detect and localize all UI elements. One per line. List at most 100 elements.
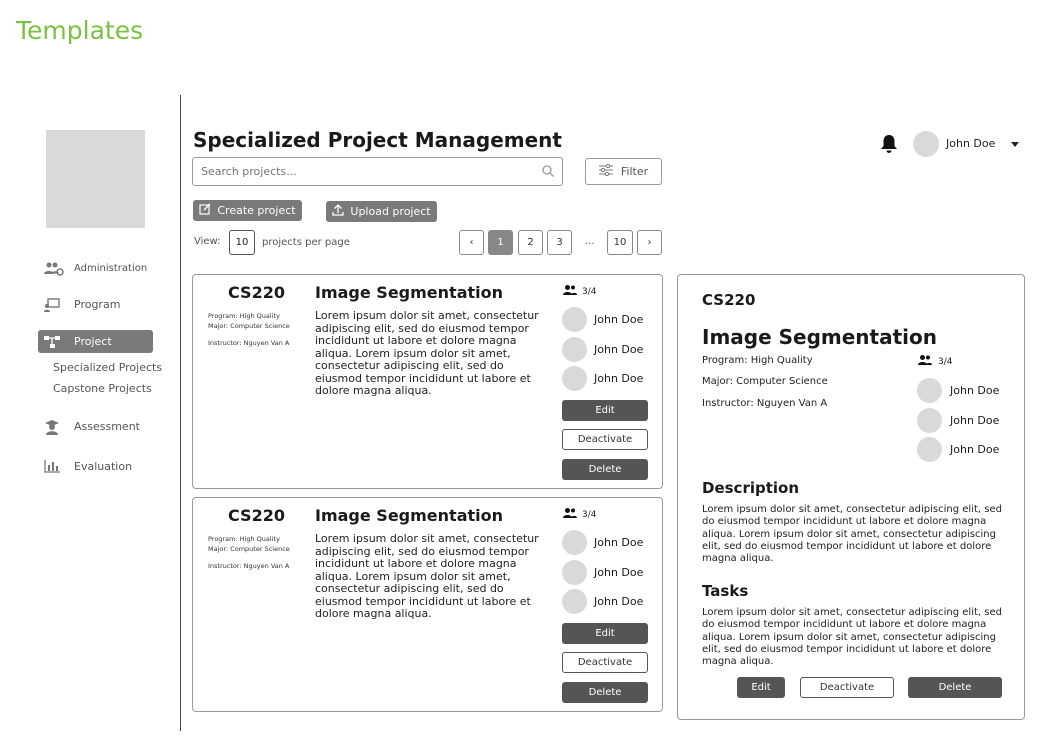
card-program: Program: High Quality (208, 312, 280, 320)
avatar (562, 337, 587, 362)
sidebar-item-administration[interactable]: Administration (38, 257, 153, 280)
sidebar-item-program[interactable]: Program (38, 293, 153, 316)
sidebar-item-evaluation[interactable]: Evaluation (38, 455, 153, 478)
logo-placeholder (46, 130, 145, 228)
member-name: John Doe (950, 443, 1000, 456)
bar-chart-icon (44, 460, 66, 473)
edit-button[interactable]: Edit (737, 677, 785, 698)
upload-icon (332, 204, 345, 219)
group-icon (563, 285, 577, 298)
network-icon (44, 335, 66, 348)
avatar (562, 589, 587, 614)
avatar[interactable] (913, 131, 939, 157)
page-button-last[interactable]: 10 (607, 230, 633, 255)
delete-button[interactable]: Delete (908, 677, 1002, 698)
sidebar-item-label: Administration (74, 263, 148, 274)
member-name: John Doe (594, 343, 644, 356)
avatar (917, 437, 942, 462)
next-page-button[interactable]: › (637, 230, 662, 255)
templates-label: Templates (16, 16, 144, 45)
list-item: John Doe (562, 337, 643, 362)
deactivate-button[interactable]: Deactivate (562, 429, 648, 450)
group-icon (563, 508, 577, 521)
sidebar-subitem-specialized-projects[interactable]: Specialized Projects (53, 361, 162, 374)
page-button-1[interactable]: 1 (488, 230, 513, 255)
project-card[interactable]: CS220 Program: High Quality Major: Compu… (192, 497, 663, 712)
page-title: Specialized Project Management (193, 128, 562, 152)
member-name: John Doe (950, 384, 1000, 397)
bell-icon[interactable] (879, 134, 899, 158)
create-project-button[interactable]: Create project (193, 200, 302, 221)
project-card[interactable]: CS220 Program: High Quality Major: Compu… (192, 274, 663, 489)
detail-program: Program: High Quality (702, 355, 813, 366)
avatar (917, 408, 942, 433)
sidebar-item-project[interactable]: Project (38, 330, 153, 353)
search-icon[interactable] (542, 162, 554, 181)
avatar (562, 560, 587, 585)
card-title: Image Segmentation (315, 283, 503, 302)
page-button-3[interactable]: 3 (547, 230, 572, 255)
list-item: John Doe (917, 378, 999, 403)
sidebar-item-assessment[interactable]: Assessment (38, 415, 153, 438)
sidebar-item-label: Assessment (74, 420, 140, 433)
pagination-ellipsis: ... (585, 236, 595, 247)
group-icon (918, 355, 932, 368)
tasks-text: Lorem ipsum dolor sit amet, consectetur … (702, 607, 1002, 668)
delete-button[interactable]: Delete (562, 459, 648, 480)
card-instructor: Instructor: Nguyen Van A (208, 339, 290, 347)
project-detail-panel: CS220 Image Segmentation Program: High Q… (677, 274, 1025, 720)
avatar (562, 307, 587, 332)
detail-course-code: CS220 (702, 291, 756, 309)
edit-button[interactable]: Edit (562, 400, 648, 421)
card-course-code: CS220 (228, 283, 285, 302)
upload-project-button[interactable]: Upload project (326, 201, 437, 222)
member-name: John Doe (950, 414, 1000, 427)
sidebar-subitem-capstone-projects[interactable]: Capstone Projects (53, 382, 152, 395)
avatar (917, 378, 942, 403)
card-instructor: Instructor: Nguyen Van A (208, 562, 290, 570)
list-item: John Doe (562, 560, 643, 585)
card-description: Lorem ipsum dolor sit amet, consectetur … (315, 309, 539, 397)
tasks-heading: Tasks (702, 582, 749, 600)
member-name: John Doe (594, 372, 644, 385)
avatar (562, 530, 587, 555)
card-major: Major: Computer Science (208, 545, 290, 553)
prev-page-button[interactable]: ‹ (459, 230, 484, 255)
sliders-icon (598, 163, 613, 179)
per-page-select[interactable]: 10 (229, 230, 255, 255)
deactivate-button[interactable]: Deactivate (562, 652, 648, 673)
member-count-value: 3/4 (938, 356, 953, 367)
list-item: John Doe (917, 408, 999, 433)
graduate-icon (44, 419, 66, 435)
delete-button[interactable]: Delete (562, 682, 648, 703)
card-title: Image Segmentation (315, 506, 503, 525)
user-name[interactable]: John Doe (946, 137, 995, 150)
presentation-icon (44, 297, 66, 312)
deactivate-button[interactable]: Deactivate (800, 677, 894, 698)
detail-instructor: Instructor: Nguyen Van A (702, 398, 828, 409)
page-button-2[interactable]: 2 (518, 230, 543, 255)
member-count: 3/4 (563, 285, 596, 298)
sidebar-item-label: Program (74, 298, 121, 311)
chevron-down-icon[interactable] (1011, 142, 1019, 147)
member-count: 3/4 (918, 355, 952, 368)
users-gear-icon (44, 262, 66, 276)
member-name: John Doe (594, 313, 644, 326)
sidebar-divider (180, 95, 181, 731)
sidebar-item-label: Evaluation (74, 460, 133, 473)
member-count-value: 3/4 (582, 509, 597, 520)
list-item: John Doe (562, 530, 643, 555)
member-count: 3/4 (563, 508, 596, 521)
sidebar-item-label: Project (74, 335, 112, 348)
filter-label: Filter (620, 165, 649, 178)
edit-button[interactable]: Edit (562, 623, 648, 644)
search-input[interactable] (201, 165, 542, 178)
upload-project-label: Upload project (350, 205, 431, 218)
member-count-value: 3/4 (582, 286, 597, 297)
card-description: Lorem ipsum dolor sit amet, consectetur … (315, 532, 539, 620)
member-name: John Doe (594, 595, 644, 608)
avatar (562, 366, 587, 391)
description-text: Lorem ipsum dolor sit amet, consectetur … (702, 504, 1002, 565)
search-bar[interactable] (192, 157, 563, 186)
filter-button[interactable]: Filter (585, 158, 662, 185)
